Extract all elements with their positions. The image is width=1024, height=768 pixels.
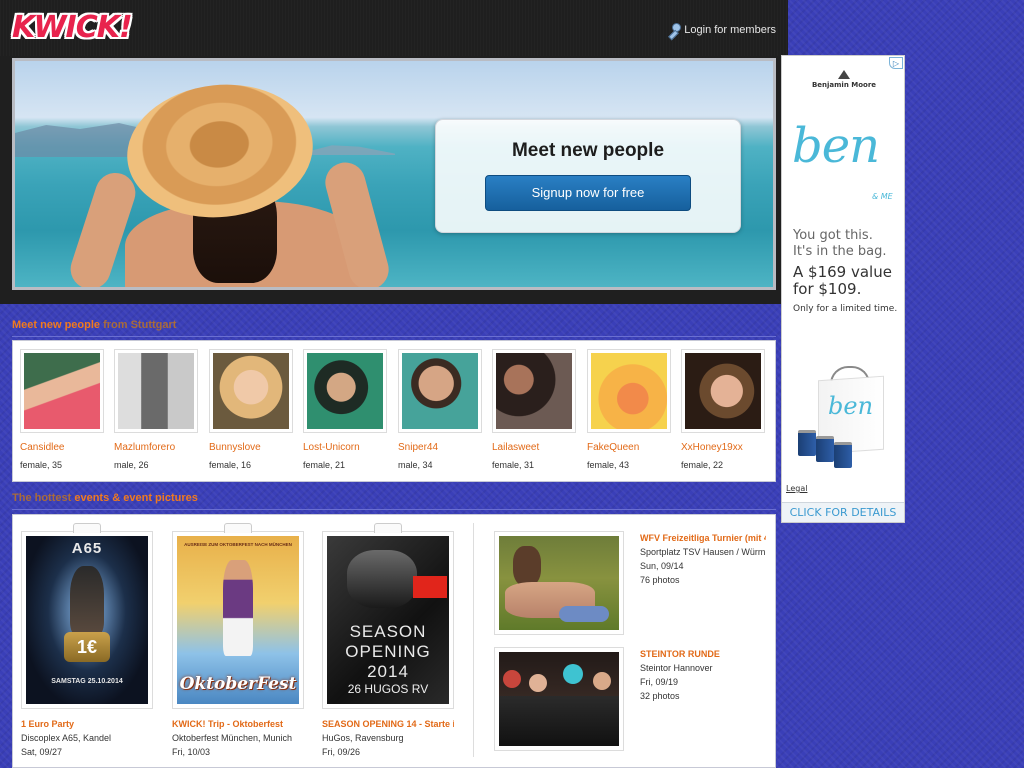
- event-poster[interactable]: SEASON OPENING 2014 26 HUGOS RV: [327, 536, 449, 704]
- event-pictures-count: 76 photos: [640, 575, 680, 585]
- top-bar: KWICK! Login for members: [0, 0, 788, 56]
- event-poster[interactable]: A65 1€ SAMSTAG 25.10.2014: [26, 536, 148, 704]
- ad-price: A $169 value for $109.: [793, 263, 892, 298]
- member-name[interactable]: XxHoney19xx: [681, 442, 765, 453]
- divider: [12, 509, 776, 510]
- login-link[interactable]: Login for members: [666, 23, 776, 37]
- signup-button[interactable]: Signup now for free: [485, 175, 691, 211]
- ad-legal-link[interactable]: Legal: [786, 484, 807, 493]
- event-title[interactable]: KWICK! Trip - Oktoberfest: [172, 719, 304, 729]
- hero-frame: Meet new people Signup now for free: [12, 58, 776, 290]
- ad-disclaimer: Only for a limited time.: [793, 304, 898, 314]
- ad-headline: You got this. It's in the bag.: [793, 228, 887, 259]
- member-card[interactable]: Lailasweet female, 31: [492, 349, 576, 470]
- member-card[interactable]: Cansidlee female, 35: [20, 349, 104, 470]
- event-pictures-card[interactable]: WFV Freizeitliga Turnier (mit 4 Sportpla…: [494, 531, 766, 635]
- member-name[interactable]: Bunnyslove: [209, 442, 293, 453]
- event-location: Oktoberfest München, Munich: [172, 733, 293, 743]
- members-heading-main: Meet new people: [12, 319, 101, 331]
- member-photo[interactable]: [20, 349, 104, 433]
- ad-banner[interactable]: ▷ Benjamin Moore ben & ME You got this. …: [781, 55, 905, 523]
- event-card[interactable]: SEASON OPENING 2014 26 HUGOS RV SEASON O…: [322, 523, 454, 757]
- login-label: Login for members: [684, 24, 776, 36]
- event-picture-thumbnail[interactable]: [499, 536, 619, 630]
- event-pictures-date: Sun, 09/14: [640, 561, 684, 571]
- event-picture-thumbnail[interactable]: [499, 652, 619, 746]
- member-card[interactable]: XxHoney19xx female, 22: [681, 349, 765, 470]
- event-card[interactable]: A65 1€ SAMSTAG 25.10.2014 1 Euro Party D…: [21, 523, 153, 757]
- event-pictures-location: Steintor Hannover: [640, 663, 713, 673]
- members-heading-rest: from Stuttgart: [103, 319, 177, 331]
- key-icon: [666, 23, 682, 37]
- events-panel: A65 1€ SAMSTAG 25.10.2014 1 Euro Party D…: [12, 514, 776, 768]
- main-content: KWICK! Login for members Meet new people: [0, 0, 788, 768]
- member-name[interactable]: Lailasweet: [492, 442, 576, 453]
- member-card[interactable]: Lost-Unicorn female, 21: [303, 349, 387, 470]
- paint-can-image: [816, 436, 834, 462]
- ad-product-name: ben: [792, 118, 880, 174]
- member-list: Cansidlee female, 35 Mazlumforero male, …: [12, 340, 776, 482]
- member-photo[interactable]: [209, 349, 293, 433]
- members-heading: Meet new people from Stuttgart: [12, 319, 176, 331]
- member-name[interactable]: Lost-Unicorn: [303, 442, 387, 453]
- member-photo[interactable]: [492, 349, 576, 433]
- event-date: Fri, 10/03: [172, 747, 211, 757]
- event-date: Sat, 09/27: [21, 747, 63, 757]
- bag-logo: ben: [828, 392, 874, 420]
- events-heading-main: events & event pictures: [74, 492, 198, 504]
- hero-title: Meet new people: [511, 140, 665, 161]
- event-location: HuGos, Ravensburg: [322, 733, 404, 743]
- woman-with-hat-image: [55, 75, 394, 287]
- adchoices-icon[interactable]: ▷: [889, 57, 903, 69]
- hero-banner: Meet new people Signup now for free: [0, 56, 788, 304]
- member-name[interactable]: Cansidlee: [20, 442, 104, 453]
- event-poster[interactable]: AUSREISE ZUM OKTOBERFEST NACH MÜNCHEN Ok…: [177, 536, 299, 704]
- member-info: female, 22: [681, 460, 724, 470]
- event-title[interactable]: SEASON OPENING 14 - Starte in: [322, 719, 454, 729]
- event-location: Discoplex A65, Kandel: [21, 733, 112, 743]
- benjamin-moore-logo: Benjamin Moore: [782, 70, 906, 89]
- member-card[interactable]: FakeQueen female, 43: [587, 349, 671, 470]
- member-info: female, 21: [303, 460, 346, 470]
- divider: [12, 336, 776, 337]
- event-pictures-count: 32 photos: [640, 691, 680, 701]
- member-photo[interactable]: [587, 349, 671, 433]
- member-photo[interactable]: [398, 349, 482, 433]
- member-info: male, 26: [114, 460, 149, 470]
- event-date: Fri, 09/26: [322, 747, 361, 757]
- member-info: female, 31: [492, 460, 535, 470]
- events-heading: The hottest events & event pictures: [12, 492, 198, 504]
- member-info: female, 43: [587, 460, 630, 470]
- signup-box: Meet new people Signup now for free: [435, 119, 741, 233]
- member-card[interactable]: Bunnyslove female, 16: [209, 349, 293, 470]
- member-photo[interactable]: [681, 349, 765, 433]
- member-card[interactable]: Sniper44 male, 34: [398, 349, 482, 470]
- member-info: female, 35: [20, 460, 63, 470]
- event-pictures-card[interactable]: STEINTOR RUNDE Steintor Hannover Fri, 09…: [494, 647, 764, 751]
- event-pictures-title[interactable]: STEINTOR RUNDE: [640, 649, 766, 659]
- event-pictures-title[interactable]: WFV Freizeitliga Turnier (mit 4: [640, 533, 766, 543]
- member-name[interactable]: Sniper44: [398, 442, 482, 453]
- member-name[interactable]: FakeQueen: [587, 442, 671, 453]
- event-card[interactable]: AUSREISE ZUM OKTOBERFEST NACH MÜNCHEN Ok…: [172, 523, 304, 757]
- kwick-logo[interactable]: KWICK!: [12, 10, 133, 45]
- member-photo[interactable]: [114, 349, 198, 433]
- event-pictures-date: Fri, 09/19: [640, 677, 679, 687]
- member-info: male, 34: [398, 460, 433, 470]
- member-photo[interactable]: [303, 349, 387, 433]
- event-pictures-location: Sportplatz TSV Hausen / Würm: [640, 547, 766, 557]
- paint-can-image: [798, 430, 816, 456]
- member-name[interactable]: Mazlumforero: [114, 442, 198, 453]
- event-title[interactable]: 1 Euro Party: [21, 719, 153, 729]
- paint-can-image: [834, 442, 852, 468]
- ad-cta-button[interactable]: CLICK FOR DETAILS: [782, 502, 904, 522]
- member-card[interactable]: Mazlumforero male, 26: [114, 349, 198, 470]
- ad-product-sub: & ME: [872, 192, 893, 201]
- divider: [473, 523, 474, 757]
- member-info: female, 16: [209, 460, 252, 470]
- triangle-logo-icon: [838, 70, 850, 79]
- events-heading-dim: The hottest: [12, 492, 72, 504]
